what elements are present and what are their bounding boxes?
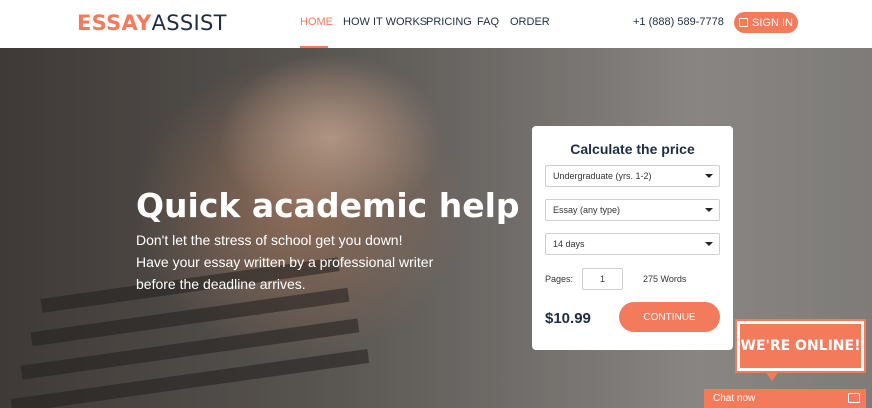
logo-part1: ESSAY [77, 11, 152, 35]
chevron-down-icon [705, 174, 713, 178]
sign-in-icon [739, 18, 749, 27]
hero-title: Quick academic help [136, 186, 520, 225]
paper-type-value: Essay (any type) [553, 205, 621, 215]
sign-in-label: SIGN IN [752, 16, 793, 29]
chevron-down-icon [705, 242, 713, 246]
online-badge[interactable]: WE'RE ONLINE! [735, 319, 866, 373]
chat-now-bar[interactable]: Chat now [704, 389, 866, 408]
nav-faq[interactable]: FAQ [477, 16, 499, 28]
maximize-icon[interactable] [848, 393, 860, 403]
word-count: 275 Words [643, 274, 687, 284]
nav-pricing[interactable]: PRICING [426, 16, 472, 28]
price-calculator: Calculate the price Undergraduate (yrs. … [532, 126, 733, 350]
calculator-title: Calculate the price [570, 141, 695, 157]
nav-home[interactable]: HOME [300, 16, 333, 28]
online-badge-tail [765, 371, 779, 381]
pages-label: Pages: [545, 274, 574, 284]
chat-now-label: Chat now [713, 393, 756, 404]
academic-level-value: Undergraduate (yrs. 1-2) [553, 171, 652, 181]
deadline-select[interactable]: 14 days [545, 233, 720, 255]
academic-level-select[interactable]: Undergraduate (yrs. 1-2) [545, 165, 720, 187]
price-total: $10.99 [545, 310, 591, 327]
logo[interactable]: ESSAYASSIST [77, 11, 227, 35]
pages-input[interactable]: 1 [582, 268, 623, 290]
deadline-value: 14 days [553, 239, 585, 249]
nav-how-it-works[interactable]: HOW IT WORKS [343, 16, 427, 28]
logo-part2: ASSIST [151, 11, 227, 35]
continue-button[interactable]: CONTINUE [619, 302, 720, 332]
hero-text: Don't let the stress of school get you d… [136, 232, 434, 292]
site-header: ESSAYASSIST HOME HOW IT WORKS PRICING FA… [0, 0, 872, 48]
nav-active-indicator [300, 46, 328, 48]
paper-type-select[interactable]: Essay (any type) [545, 199, 720, 221]
chevron-down-icon [705, 208, 713, 212]
nav-order[interactable]: ORDER [510, 16, 550, 28]
sign-in-button[interactable]: SIGN IN [734, 12, 798, 33]
phone-number[interactable]: +1 (888) 589-7778 [633, 16, 724, 28]
